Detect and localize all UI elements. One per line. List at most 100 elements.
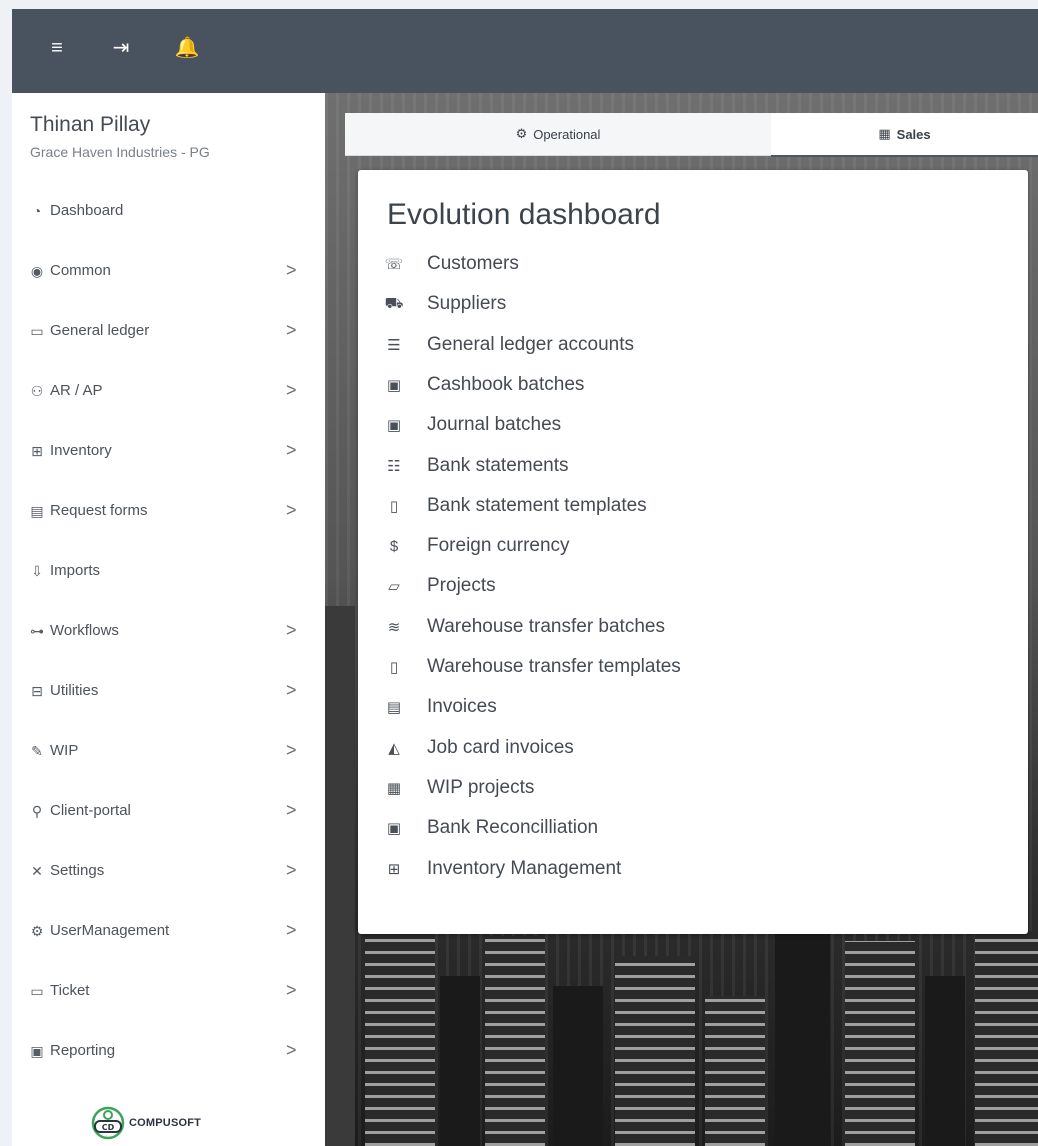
chevron-right-icon[interactable]: >	[286, 260, 297, 281]
bell-icon[interactable]: 🔔	[172, 33, 202, 63]
chevron-right-icon[interactable]: >	[286, 980, 297, 1001]
dashboard-link-label: Foreign currency	[427, 535, 570, 557]
evolution-dashboard-card: Evolution dashboard ☏ Customers ⛟ Suppliers…	[358, 170, 1028, 934]
chevron-right-icon[interactable]: >	[286, 620, 297, 641]
user-icon: ⚲	[31, 802, 43, 819]
dashboard-link-foreign-currency[interactable]: $ Foreign currency	[383, 533, 783, 559]
compusoft-logo: CD COMPUSOFT	[90, 1105, 201, 1141]
ledger-icon: ☰	[387, 336, 401, 354]
report-icon: ▣	[30, 1042, 44, 1059]
cash-register-icon: ▦	[386, 779, 402, 797]
ticket-icon: ▭	[30, 982, 44, 999]
dashboard-link-inventory-management[interactable]: ⊞ Inventory Management	[383, 856, 783, 882]
dashboard-link-label: Bank statements	[427, 454, 569, 476]
file-alt-icon: ▯	[389, 659, 399, 676]
boxes-icon: ⊞	[31, 442, 43, 459]
sidebar-item-client-portal[interactable]: ⚲ Client-portal >	[12, 792, 325, 832]
sidebar-item-imports[interactable]: ⇩ Imports	[12, 552, 325, 592]
chevron-right-icon[interactable]: >	[286, 860, 297, 881]
dashboard-link-label: Inventory Management	[427, 857, 622, 879]
chevron-right-icon[interactable]: >	[286, 920, 297, 941]
dashboard-link-bank-reconcilliation[interactable]: ▣ Bank Reconcilliation	[383, 815, 783, 841]
dashboard-link-label: Suppliers	[427, 293, 507, 315]
dashboard-link-bank-statement-templates[interactable]: ▯ Bank statement templates	[383, 493, 783, 519]
workflow-icon: ⊶	[30, 622, 44, 639]
money-icon: ▣	[386, 820, 402, 838]
gears-icon: ⚙	[515, 126, 528, 141]
dashboard-link-label: Warehouse transfer batches	[427, 615, 665, 637]
sidebar-item-label: AR / AP	[50, 382, 103, 399]
logout-icon[interactable]: ⇥	[106, 33, 136, 63]
compusoft-logo-icon: CD	[91, 1106, 125, 1140]
sidebar-item-usermanagement[interactable]: ⚙ UserManagement >	[12, 912, 325, 952]
dashboard-tabs: ⚙ Operational ▦ Sales	[345, 113, 1038, 157]
sidebar-item-label: Utilities	[50, 682, 99, 699]
sidebar-item-ar-ap[interactable]: ⚇ AR / AP >	[12, 372, 325, 412]
chevron-right-icon[interactable]: >	[286, 440, 297, 461]
dashboard-link-label: Projects	[427, 575, 496, 597]
book-icon: ▭	[30, 322, 44, 339]
chevron-right-icon[interactable]: >	[286, 380, 297, 401]
chevron-right-icon[interactable]: >	[286, 1040, 297, 1061]
sidebar-item-common[interactable]: ◉ Common >	[12, 252, 325, 292]
chevron-right-icon[interactable]: >	[286, 680, 297, 701]
sidebar-item-label: Request forms	[50, 502, 148, 519]
dashboard-link-bank-statements[interactable]: ☷ Bank statements	[383, 453, 783, 479]
sidebar-item-label: General ledger	[50, 322, 150, 339]
sidebar-item-general-ledger[interactable]: ▭ General ledger >	[12, 312, 325, 352]
dashboard-link-cashbook-batches[interactable]: ▣ Cashbook batches	[383, 372, 783, 398]
sidebar-item-label: UserManagement	[50, 922, 170, 939]
menu-icon[interactable]: ≡	[42, 33, 72, 63]
sidebar-item-label: Imports	[50, 562, 101, 579]
dashboard-link-label: Cashbook batches	[427, 373, 585, 395]
sidebar-item-reporting[interactable]: ▣ Reporting >	[12, 1032, 325, 1072]
dashboard-link-journal-batches[interactable]: ▣ Journal batches	[383, 412, 783, 438]
users-icon: ⚇	[30, 382, 44, 399]
sidebar-item-wip[interactable]: ✎ WIP >	[12, 732, 325, 772]
dashboard-link-label: Journal batches	[427, 414, 562, 436]
dashboard-link-general-ledger-accounts[interactable]: ☰ General ledger accounts	[383, 332, 783, 358]
dashboard-link-label: Customers	[427, 253, 519, 274]
sidebar-item-label: Ticket	[50, 982, 90, 999]
chevron-right-icon[interactable]: >	[286, 800, 297, 821]
cash-register-icon: ▦	[878, 126, 891, 141]
dashboard-link-job-card-invoices[interactable]: ◭ Job card invoices	[383, 735, 783, 761]
svg-text:CD: CD	[102, 1123, 115, 1132]
folder-icon: ▱	[388, 578, 400, 596]
dashboard-link-warehouse-transfer-batches[interactable]: ≋ Warehouse transfer batches	[383, 614, 783, 640]
dashboard-link-suppliers[interactable]: ⛟ Suppliers	[383, 291, 783, 317]
tab-sales[interactable]: ▦ Sales	[771, 113, 1038, 157]
sidebar-item-request-forms[interactable]: ▤ Request forms >	[12, 492, 325, 532]
chevron-right-icon[interactable]: >	[286, 740, 297, 761]
user-name: Thinan Pillay	[30, 113, 151, 136]
dashboard-link-label: General ledger accounts	[427, 333, 635, 355]
card-title: Evolution dashboard	[387, 198, 661, 231]
sidebar-item-settings[interactable]: ✕ Settings >	[12, 852, 325, 892]
chevron-right-icon[interactable]: >	[286, 500, 297, 521]
sidebar-item-label: Workflows	[50, 622, 119, 639]
sidebar-item-utilities[interactable]: ⊟ Utilities >	[12, 672, 325, 712]
dashboard-link-customers[interactable]: ☏ Customers	[383, 251, 783, 277]
dashboard-link-wip-projects[interactable]: ▦ WIP projects	[383, 775, 783, 801]
dashboard-link-projects[interactable]: ▱ Projects	[383, 573, 783, 599]
boxes-icon: ⊞	[387, 860, 401, 878]
sidebar-item-inventory[interactable]: ⊞ Inventory >	[12, 432, 325, 472]
sidebar-item-label: Dashboard	[50, 202, 124, 219]
tab-operational[interactable]: ⚙ Operational	[345, 113, 771, 156]
dashboard-link-label: Warehouse transfer templates	[427, 656, 681, 677]
dashboard-link-label: Bank Reconcilliation	[427, 817, 599, 839]
dollar-icon: $	[389, 537, 399, 555]
layers-icon: ≋	[387, 618, 401, 636]
compusoft-logo-text: COMPUSOFT	[129, 1117, 202, 1129]
dashboard-link-invoices[interactable]: ▤ Invoices	[383, 694, 783, 720]
hard-hat-icon: ◭	[388, 739, 400, 757]
sidebar-item-workflows[interactable]: ⊶ Workflows >	[12, 612, 325, 652]
tool-icon: ✎	[31, 742, 43, 759]
dashboard-link-label: Bank statement templates	[427, 494, 647, 516]
sidebar-item-ticket[interactable]: ▭ Ticket >	[12, 972, 325, 1012]
dashboard-link-label: Job card invoices	[427, 736, 574, 758]
chevron-right-icon[interactable]: >	[286, 320, 297, 341]
dashboard-link-warehouse-transfer-templates[interactable]: ▯ Warehouse transfer templates	[383, 654, 783, 680]
sidebar-item-dashboard[interactable]: ◔ Dashboard	[12, 192, 325, 232]
dashboard-link-label: WIP projects	[427, 776, 535, 798]
